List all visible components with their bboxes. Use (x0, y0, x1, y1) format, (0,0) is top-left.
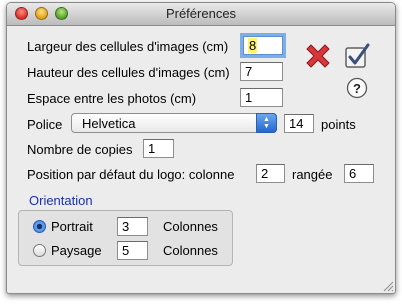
copies-input[interactable] (143, 139, 174, 158)
paysage-radio[interactable] (33, 244, 46, 257)
police-select-value: Helvetica (82, 116, 136, 131)
window-title: Préférences (165, 6, 237, 21)
portrait-label[interactable]: Portrait (51, 219, 93, 234)
largeur-input[interactable]: 8 (243, 36, 283, 55)
portrait-columns-label: Colonnes (163, 219, 218, 234)
paysage-columns-label: Colonnes (163, 243, 218, 258)
paysage-label[interactable]: Paysage (51, 243, 102, 258)
police-size-input[interactable] (284, 114, 314, 133)
points-label: points (321, 117, 356, 132)
up-down-arrows-icon: ▲ ▼ (256, 113, 277, 133)
logo-colonne-input[interactable] (256, 164, 285, 183)
paysage-columns-input[interactable] (117, 241, 148, 260)
red-x-icon[interactable] (302, 40, 334, 72)
svg-text:?: ? (353, 81, 361, 96)
logo-rangee-input[interactable] (344, 164, 374, 183)
copies-label: Nombre de copies (27, 142, 133, 157)
hauteur-label: Hauteur des cellules d'images (cm) (27, 65, 230, 80)
help-icon[interactable]: ? (346, 77, 368, 99)
police-label: Police (27, 117, 63, 132)
portrait-columns-input[interactable] (117, 217, 148, 236)
police-select[interactable]: Helvetica ▲ ▼ (71, 113, 277, 133)
hauteur-input[interactable] (240, 62, 283, 81)
largeur-label: Largeur des cellules d'images (cm) (27, 39, 229, 54)
orientation-title: Orientation (29, 193, 93, 208)
resize-grip-icon[interactable] (383, 281, 394, 292)
espace-input[interactable] (240, 88, 283, 107)
checkbox-check-icon[interactable] (343, 42, 371, 70)
logo-position-label: Position par défaut du logo: colonne (27, 167, 235, 182)
espace-label: Espace entre les photos (cm) (27, 91, 197, 106)
title-bar[interactable]: Préférences (7, 3, 395, 26)
portrait-radio[interactable] (33, 220, 46, 233)
rangee-label: rangée (292, 167, 333, 182)
